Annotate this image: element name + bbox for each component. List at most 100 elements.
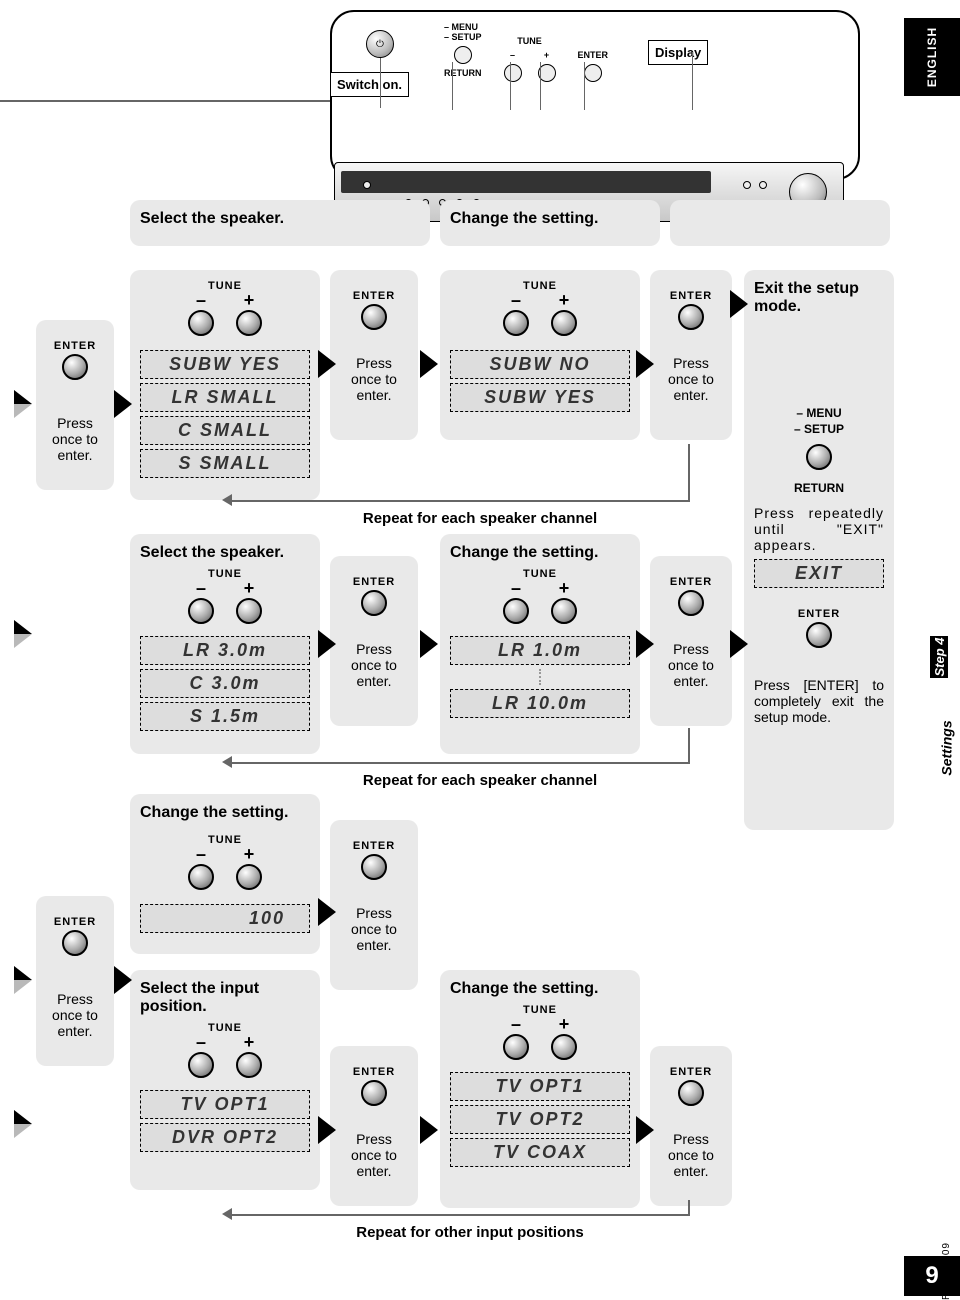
- row1-disp-1: SUBW YES: [140, 350, 310, 379]
- tune-down-btn-2[interactable]: [503, 310, 529, 336]
- heading-blank: [670, 200, 890, 246]
- page-number-label: 9: [925, 1262, 938, 1290]
- enter-button-r4b[interactable]: [678, 1080, 704, 1106]
- tune-up-btn-1[interactable]: [236, 310, 262, 336]
- row4-select-input-panel: Select the input position. TUNE – + TV O…: [130, 970, 320, 1190]
- exit-menu-label: MENU: [806, 406, 841, 420]
- flow-arrow: [636, 630, 654, 658]
- row3-change-setting-panel: Change the setting. TUNE – + 100: [130, 794, 320, 954]
- row4-change-title: Change the setting.: [450, 980, 630, 998]
- row4-enter-panel-2: ENTER Press once to enter.: [650, 1046, 732, 1206]
- flow-arrow: [318, 1116, 336, 1144]
- tune-down-btn-3[interactable]: [188, 598, 214, 624]
- enter-button-1[interactable]: [62, 354, 88, 380]
- repeat-1: Repeat for each speaker channel: [300, 510, 660, 527]
- tune-down-btn-6[interactable]: [188, 1052, 214, 1078]
- row2-set-disp-2: LR 10.0m: [450, 689, 630, 718]
- switch-on-callout: Switch on.: [330, 72, 409, 97]
- page-number: 9: [904, 1256, 960, 1296]
- flow-arrow: [14, 966, 32, 994]
- row2-disp-2: C 3.0m: [140, 669, 310, 698]
- row4-enter-panel-1: ENTER Press once to enter.: [330, 1046, 418, 1206]
- plus-sign: +: [244, 294, 255, 306]
- row1-set-disp-1: SUBW NO: [450, 350, 630, 379]
- row2-enter-panel-2: ENTER Press once to enter.: [650, 556, 732, 726]
- tune-label-5: TUNE: [140, 834, 310, 846]
- top-return-label: RETURN: [444, 68, 482, 78]
- flow-arrow: [14, 390, 32, 418]
- tune-down-btn-7[interactable]: [503, 1034, 529, 1060]
- tune-down-btn-4[interactable]: [503, 598, 529, 624]
- heading-select-speaker-label: Select the speaker.: [140, 210, 420, 228]
- exit-return-label: RETURN: [754, 481, 884, 495]
- exit-display: EXIT: [754, 559, 884, 588]
- row1-disp-3: C SMALL: [140, 416, 310, 445]
- tune-up-btn-6[interactable]: [236, 1052, 262, 1078]
- enter-label-2: ENTER: [46, 916, 104, 928]
- row4-disp-1: TV OPT1: [140, 1090, 310, 1119]
- flow-arrow: [114, 390, 132, 418]
- tune-down-btn-5[interactable]: [188, 864, 214, 890]
- device-illustration: – MENU– SETUP RETURN TUNE – +: [330, 10, 860, 180]
- tune-up-btn-5[interactable]: [236, 864, 262, 890]
- flow-arrow: [14, 620, 32, 648]
- row4-set-disp-2: TV OPT2: [450, 1105, 630, 1134]
- tune-label-3: TUNE: [140, 568, 310, 580]
- top-enter-btn[interactable]: [584, 64, 602, 82]
- minus-sign: –: [196, 1036, 206, 1048]
- tune-up-btn-3[interactable]: [236, 598, 262, 624]
- minus-sign: –: [196, 294, 206, 306]
- power-button[interactable]: ⏻: [366, 30, 394, 58]
- display-callout: Display: [648, 40, 708, 65]
- enter-button-r4a[interactable]: [361, 1080, 387, 1106]
- exit-press-enter: Press [ENTER] to completely exit the set…: [754, 677, 884, 725]
- top-setup-label: SETUP: [452, 32, 482, 42]
- enter-label-r2a: ENTER: [340, 576, 408, 588]
- enter-button-r2b[interactable]: [678, 590, 704, 616]
- row1-select-speaker-panel: TUNE – + SUBW YES LR SMALL C SMALL S SMA…: [130, 270, 320, 500]
- press-once-r4a: Press once to enter.: [340, 1131, 408, 1179]
- minus-sign: –: [196, 582, 206, 594]
- flow-arrow: [730, 290, 748, 318]
- exit-panel: Exit the setup mode. – MENU – SETUP RETU…: [744, 270, 894, 830]
- flow-arrow: [636, 1116, 654, 1144]
- tune-up-btn-4[interactable]: [551, 598, 577, 624]
- tune-label-6: TUNE: [140, 1022, 310, 1034]
- row2-select-speaker-panel: Select the speaker. TUNE – + LR 3.0m C 3…: [130, 534, 320, 754]
- repeat-2: Repeat for each speaker channel: [300, 772, 660, 789]
- flow-arrow: [318, 630, 336, 658]
- enter-button-r2a[interactable]: [361, 590, 387, 616]
- enter-label-r1a: ENTER: [340, 290, 408, 302]
- enter-label-r1b: ENTER: [660, 290, 722, 302]
- flow-arrow: [636, 350, 654, 378]
- enter-button-r1a[interactable]: [361, 304, 387, 330]
- top-tune-label: TUNE: [517, 36, 542, 46]
- enter-label-r4a: ENTER: [340, 1066, 408, 1078]
- top-menu-label: MENU: [452, 22, 479, 32]
- divider-line: [0, 100, 330, 102]
- enter-button-r3[interactable]: [361, 854, 387, 880]
- top-enter-label: ENTER: [578, 50, 609, 60]
- row2-disp-1: LR 3.0m: [140, 636, 310, 665]
- row4-change-setting-panel: Change the setting. TUNE – + TV OPT1 TV …: [440, 970, 640, 1208]
- enter-label: ENTER: [46, 340, 104, 352]
- tune-up-btn-2[interactable]: [551, 310, 577, 336]
- enter-col-1: ENTER Press once to enter.: [36, 320, 114, 490]
- exit-enter-label: ENTER: [754, 608, 884, 620]
- enter-button-2[interactable]: [62, 930, 88, 956]
- press-once-r4b: Press once to enter.: [660, 1131, 722, 1179]
- enter-button-r1b[interactable]: [678, 304, 704, 330]
- tune-up-btn-7[interactable]: [551, 1034, 577, 1060]
- exit-enter-btn[interactable]: [806, 622, 832, 648]
- exit-menu-setup-btn[interactable]: [806, 444, 832, 470]
- plus-sign: +: [559, 1018, 570, 1030]
- flow-arrow: [420, 1116, 438, 1144]
- top-tune-down-btn[interactable]: [504, 64, 522, 82]
- flow-arrow: [14, 1110, 32, 1138]
- press-once-r2a: Press once to enter.: [340, 641, 408, 689]
- tune-down-btn-1[interactable]: [188, 310, 214, 336]
- flow-arrow: [318, 898, 336, 926]
- top-menu-setup-btn[interactable]: [454, 46, 472, 64]
- heading-select-speaker: Select the speaker.: [130, 200, 430, 246]
- loop-arrow-3: [222, 1208, 232, 1220]
